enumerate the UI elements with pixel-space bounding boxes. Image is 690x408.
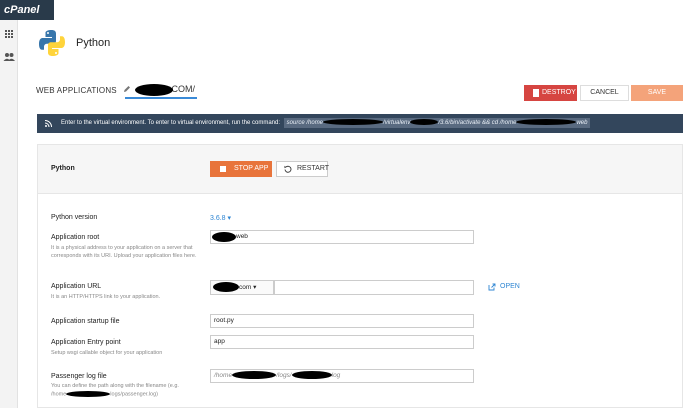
cpanel-logo[interactable]: cPanel: [0, 0, 54, 20]
application-root-help: It is a physical address to your applica…: [51, 245, 197, 259]
destroy-button[interactable]: DESTROY: [524, 85, 577, 101]
panel-header: Python STOP APP RESTART: [38, 145, 682, 194]
web-applications-label: WEB APPLICATIONS: [36, 86, 117, 95]
restart-icon: [284, 165, 292, 173]
startup-file-input[interactable]: root.py: [210, 314, 474, 328]
passenger-log-input[interactable]: /home/logs/log: [210, 369, 474, 383]
redacted-domain: [135, 84, 173, 96]
entry-point-help: Setup wsgi callable object for your appl…: [51, 350, 163, 356]
passenger-log-label: Passenger log file: [51, 373, 107, 380]
trash-icon: [533, 89, 539, 97]
application-url-label: Application URL: [51, 283, 102, 290]
command-part: /3.6/bin/activate && cd /home: [438, 120, 517, 126]
redacted-text: [291, 371, 332, 380]
virtualenv-command[interactable]: source /home/virtualenv/3.6/bin/activate…: [283, 118, 591, 128]
chevron-down-icon: ▾: [253, 284, 257, 291]
chevron-down-icon: ▾: [227, 215, 232, 222]
redacted-text: [323, 119, 384, 126]
banner-text: Enter to the virtual environment. To ent…: [61, 120, 280, 126]
python-version-value: 3.6.8: [210, 215, 226, 222]
pencil-icon[interactable]: [123, 85, 131, 93]
domain-underline: [125, 97, 197, 99]
restart-label: RESTART: [297, 165, 330, 172]
top-bar: cPanel: [0, 0, 690, 20]
python-version-select[interactable]: 3.6.8 ▾: [210, 214, 231, 222]
grid-icon[interactable]: [2, 27, 16, 41]
restart-button[interactable]: RESTART: [276, 161, 330, 177]
open-link[interactable]: OPEN: [488, 283, 520, 291]
passenger-log-value: /home: [214, 372, 233, 379]
page-title: Python: [76, 37, 111, 49]
redacted-text: [66, 390, 111, 397]
python-logo-icon: [39, 30, 65, 56]
passenger-log-value: /logs/: [276, 372, 292, 379]
application-panel: Python STOP APP RESTART Python version 3…: [37, 144, 683, 408]
application-root-label: Application root: [51, 234, 100, 241]
app-name: Python: [51, 165, 75, 172]
external-link-icon: [488, 283, 496, 291]
application-url-help: It is an HTTP/HTTPS link to your applica…: [51, 294, 161, 300]
open-label: OPEN: [500, 283, 520, 290]
sidebar: [0, 20, 18, 408]
stop-app-button[interactable]: STOP APP: [210, 161, 272, 177]
redacted-text: [213, 282, 239, 292]
entry-point-input[interactable]: app: [210, 335, 474, 349]
virtualenv-banner: Enter to the virtual environment. To ent…: [37, 114, 683, 133]
passenger-log-help-text: /home: [51, 390, 67, 397]
application-root-input[interactable]: web: [210, 230, 474, 244]
users-icon[interactable]: [2, 50, 16, 64]
command-part: web: [576, 120, 588, 126]
destroy-label: DESTROY: [542, 89, 576, 96]
startup-file-label: Application startup file: [51, 318, 120, 325]
entry-point-label: Application Entry point: [51, 339, 121, 346]
stop-app-label: STOP APP: [234, 165, 269, 172]
redacted-text: [516, 119, 577, 126]
passenger-log-value: log: [331, 372, 341, 379]
passenger-log-help: You can define the path along with the f…: [51, 383, 201, 398]
save-button[interactable]: SAVE: [631, 85, 683, 101]
application-url-input[interactable]: [274, 280, 474, 295]
passenger-log-help-text: logs/passenger.log): [110, 390, 158, 397]
redacted-text: [232, 371, 277, 380]
command-part: /virtualenv: [383, 120, 411, 126]
redacted-text: [212, 232, 236, 242]
redacted-text: [410, 119, 439, 126]
rss-icon: [45, 120, 52, 127]
cancel-button[interactable]: CANCEL: [580, 85, 629, 101]
python-version-label: Python version: [51, 214, 98, 221]
passenger-log-help-text: You can define the path along with the f…: [51, 383, 179, 389]
domain-select-value: com: [239, 284, 252, 291]
command-part: source /home: [286, 120, 324, 126]
stop-icon: [220, 166, 226, 172]
